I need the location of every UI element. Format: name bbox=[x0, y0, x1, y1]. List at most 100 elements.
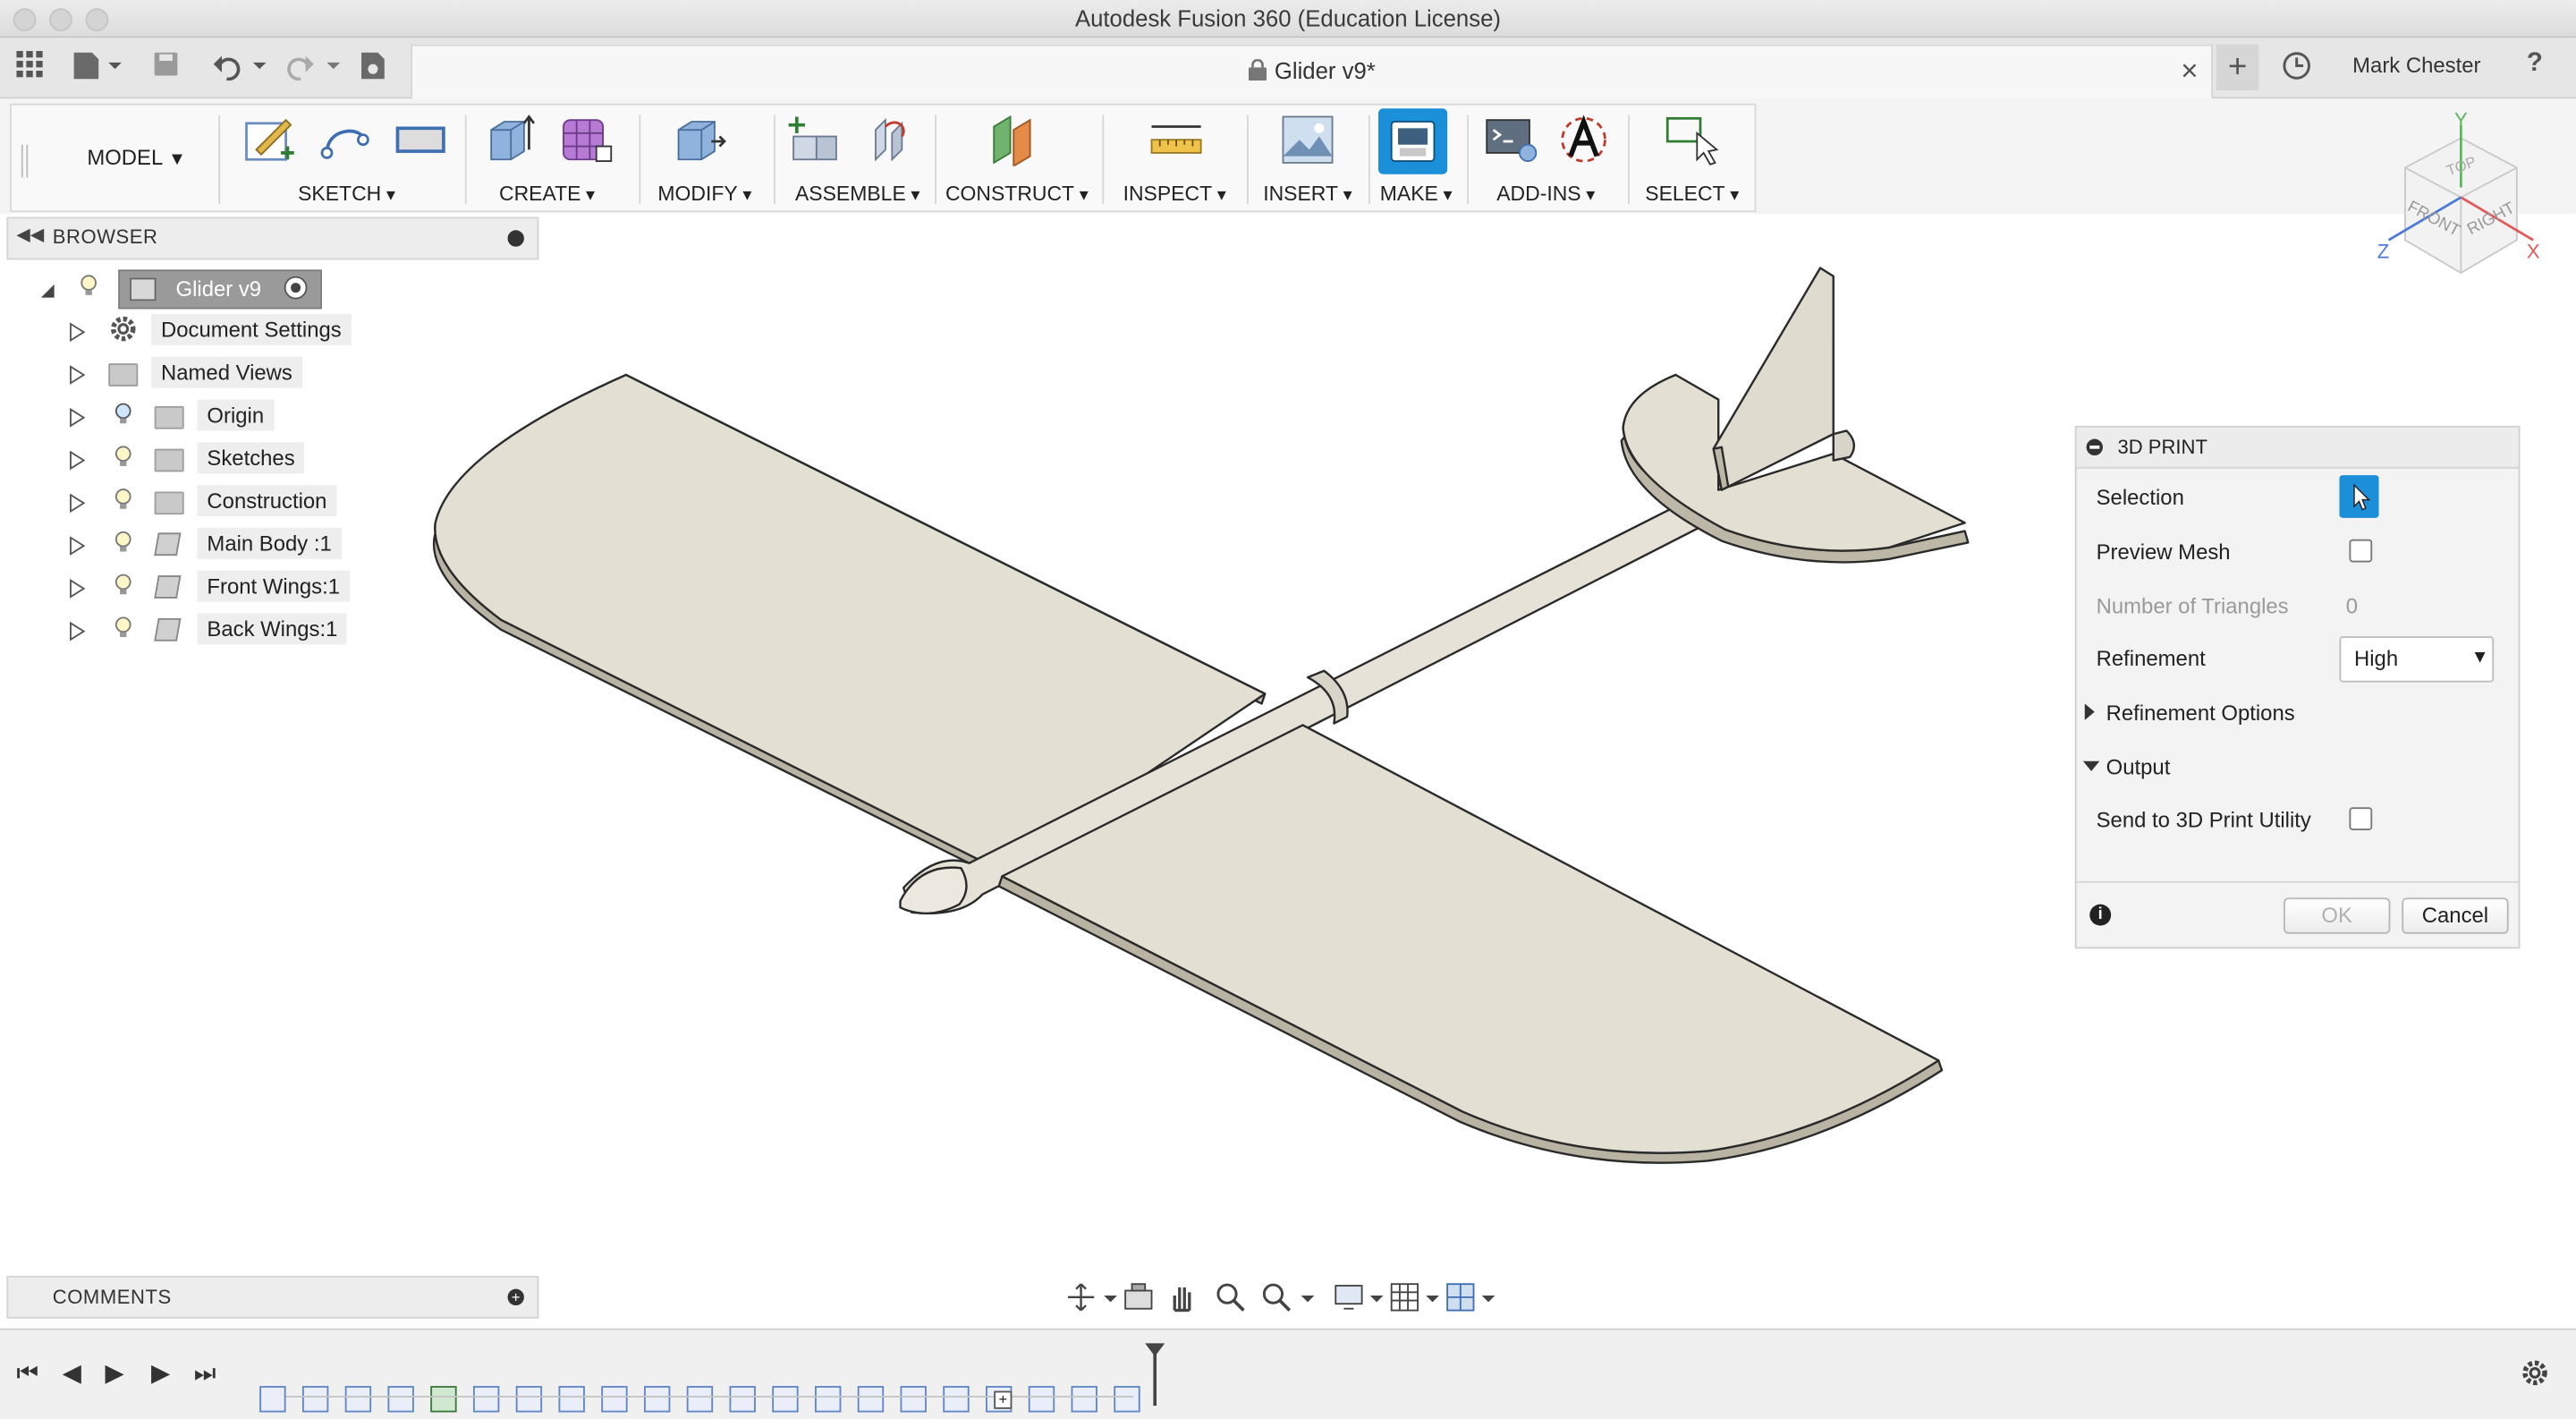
form-icon[interactable] bbox=[557, 114, 613, 166]
make-menu[interactable]: MAKE bbox=[1375, 183, 1457, 206]
insert-image-icon[interactable] bbox=[1280, 114, 1335, 166]
timeline-sketch-feature[interactable] bbox=[344, 1386, 372, 1413]
lightbulb-icon[interactable] bbox=[114, 403, 131, 426]
preview-mesh-checkbox[interactable] bbox=[2349, 539, 2373, 563]
browser-pin-icon[interactable] bbox=[507, 230, 524, 247]
output-toggle[interactable]: Output bbox=[2082, 753, 2411, 783]
timeline-plane-feature[interactable] bbox=[430, 1386, 457, 1413]
cancel-button[interactable]: Cancel bbox=[2402, 897, 2509, 934]
pan-icon[interactable] bbox=[1166, 1282, 1196, 1313]
press-pull-icon[interactable] bbox=[672, 114, 727, 166]
tree-item-front-wings[interactable]: Front Wings:1 bbox=[197, 569, 351, 605]
step-forward-icon[interactable]: ▶ bbox=[151, 1360, 170, 1389]
timeline-extrude-feature[interactable] bbox=[301, 1386, 329, 1413]
assemble-menu[interactable]: ASSEMBLE bbox=[780, 183, 935, 206]
timeline-joint-feature[interactable] bbox=[943, 1386, 970, 1413]
sketch-menu[interactable]: SKETCH bbox=[232, 183, 462, 206]
info-icon[interactable]: i bbox=[2089, 904, 2112, 926]
job-status-icon[interactable] bbox=[360, 51, 386, 90]
activate-component-radio[interactable] bbox=[284, 276, 308, 300]
extrude-icon[interactable] bbox=[481, 114, 537, 166]
undo-icon[interactable] bbox=[213, 51, 269, 90]
workspace-switcher[interactable]: MODEL ▼ bbox=[87, 145, 186, 170]
timeline-loft-feature[interactable] bbox=[515, 1386, 543, 1413]
tail-fin[interactable] bbox=[1712, 267, 1835, 491]
tree-item-named-views[interactable]: Named Views bbox=[150, 355, 302, 391]
timeline-fillet-feature[interactable] bbox=[643, 1386, 671, 1413]
app-grid-icon[interactable] bbox=[16, 50, 43, 87]
timeline-marker-handle[interactable] bbox=[1145, 1343, 1165, 1357]
expand-toggle[interactable] bbox=[69, 320, 86, 350]
expand-toggle[interactable] bbox=[69, 449, 86, 479]
construct-menu[interactable]: CONSTRUCT bbox=[941, 183, 1092, 206]
timeline-fillet-feature[interactable] bbox=[772, 1386, 799, 1413]
orbit-icon[interactable] bbox=[1067, 1282, 1117, 1312]
select-icon[interactable] bbox=[1665, 114, 1720, 166]
timeline-component-feature[interactable] bbox=[1114, 1386, 1140, 1413]
ok-button[interactable]: OK bbox=[2284, 897, 2391, 934]
expand-toggle[interactable] bbox=[69, 406, 86, 436]
expand-toggle[interactable] bbox=[69, 363, 86, 393]
refinement-select[interactable]: High ▼ bbox=[2339, 636, 2495, 683]
line-tool-icon[interactable] bbox=[317, 114, 372, 166]
zoom-icon[interactable] bbox=[1216, 1282, 1245, 1312]
tree-item-main-body[interactable]: Main Body :1 bbox=[197, 526, 342, 562]
timeline-revolve-feature[interactable] bbox=[387, 1386, 414, 1413]
send-to-print-utility-checkbox[interactable] bbox=[2349, 807, 2373, 830]
fit-icon[interactable] bbox=[1262, 1282, 1318, 1312]
expand-toggle[interactable] bbox=[69, 620, 86, 650]
insert-menu[interactable]: INSERT bbox=[1253, 183, 1361, 206]
new-tab-plus-icon[interactable]: + bbox=[2216, 44, 2259, 91]
tree-item-sketches[interactable]: Sketches bbox=[197, 440, 305, 476]
save-icon[interactable] bbox=[153, 51, 179, 87]
refinement-options-toggle[interactable]: Refinement Options bbox=[2083, 699, 2411, 728]
lightbulb-icon[interactable] bbox=[114, 446, 131, 469]
nose-cone[interactable] bbox=[899, 866, 968, 915]
timeline-fillet-feature[interactable] bbox=[815, 1386, 842, 1413]
modify-menu[interactable]: MODIFY bbox=[646, 183, 764, 206]
comments-panel-header[interactable]: COMMENTS + bbox=[6, 1275, 539, 1319]
clock-icon[interactable] bbox=[2282, 51, 2311, 90]
lightbulb-icon[interactable] bbox=[114, 574, 131, 597]
timeline-group-plus-icon[interactable]: + bbox=[994, 1390, 1013, 1409]
redo-icon[interactable] bbox=[284, 51, 341, 90]
inspect-menu[interactable]: INSPECT bbox=[1109, 183, 1241, 206]
grid-snaps-icon[interactable] bbox=[1390, 1282, 1445, 1312]
viewports-icon[interactable] bbox=[1445, 1282, 1501, 1312]
selection-picker-button[interactable] bbox=[2339, 475, 2379, 518]
step-back-icon[interactable]: ◀ bbox=[63, 1360, 81, 1389]
rectangle-tool-icon[interactable] bbox=[393, 114, 448, 166]
create-sketch-icon[interactable] bbox=[242, 114, 297, 166]
select-menu[interactable]: SELECT bbox=[1635, 183, 1750, 206]
expand-toggle[interactable] bbox=[69, 577, 86, 607]
tree-item-back-wings[interactable]: Back Wings:1 bbox=[197, 612, 348, 648]
timeline-sketch-feature[interactable] bbox=[472, 1386, 500, 1413]
expand-toggle[interactable] bbox=[69, 491, 86, 521]
timeline-settings-gear-icon[interactable] bbox=[2520, 1358, 2549, 1388]
view-cube[interactable]: TOP FRONT RIGHT Y X Z bbox=[2366, 108, 2563, 306]
offset-plane-icon[interactable] bbox=[987, 114, 1043, 166]
lightbulb-icon[interactable] bbox=[114, 489, 131, 512]
tree-item-origin[interactable]: Origin bbox=[197, 398, 275, 434]
timeline-sketch-feature[interactable] bbox=[1028, 1386, 1055, 1413]
look-at-icon[interactable] bbox=[1123, 1282, 1153, 1312]
timeline-extrude-feature[interactable] bbox=[900, 1386, 927, 1413]
collapse-browser-icon[interactable]: ◀◀ bbox=[16, 224, 44, 245]
toolbar-grip[interactable] bbox=[21, 144, 29, 178]
lightbulb-icon[interactable] bbox=[114, 531, 131, 555]
timeline-sketch-feature[interactable] bbox=[857, 1386, 885, 1413]
go-to-end-icon[interactable]: ⏭ bbox=[194, 1360, 216, 1389]
user-account-menu[interactable]: Mark Chester bbox=[2352, 53, 2480, 78]
lightbulb-icon[interactable] bbox=[114, 616, 131, 640]
root-collapse-toggle[interactable] bbox=[39, 278, 55, 298]
display-settings-icon[interactable] bbox=[1334, 1282, 1389, 1312]
autodesk-app-store-icon[interactable] bbox=[1555, 114, 1611, 166]
timeline-extrude-feature[interactable] bbox=[601, 1386, 628, 1413]
go-to-start-icon[interactable]: ⏮ bbox=[16, 1360, 38, 1389]
close-tab-icon[interactable]: × bbox=[2181, 55, 2198, 85]
new-component-icon[interactable] bbox=[787, 114, 843, 166]
scripts-icon[interactable] bbox=[1484, 114, 1539, 166]
collapse-dialog-icon[interactable] bbox=[2086, 438, 2103, 456]
timeline-sketch-feature[interactable] bbox=[686, 1386, 714, 1413]
file-menu-icon[interactable] bbox=[72, 51, 125, 90]
